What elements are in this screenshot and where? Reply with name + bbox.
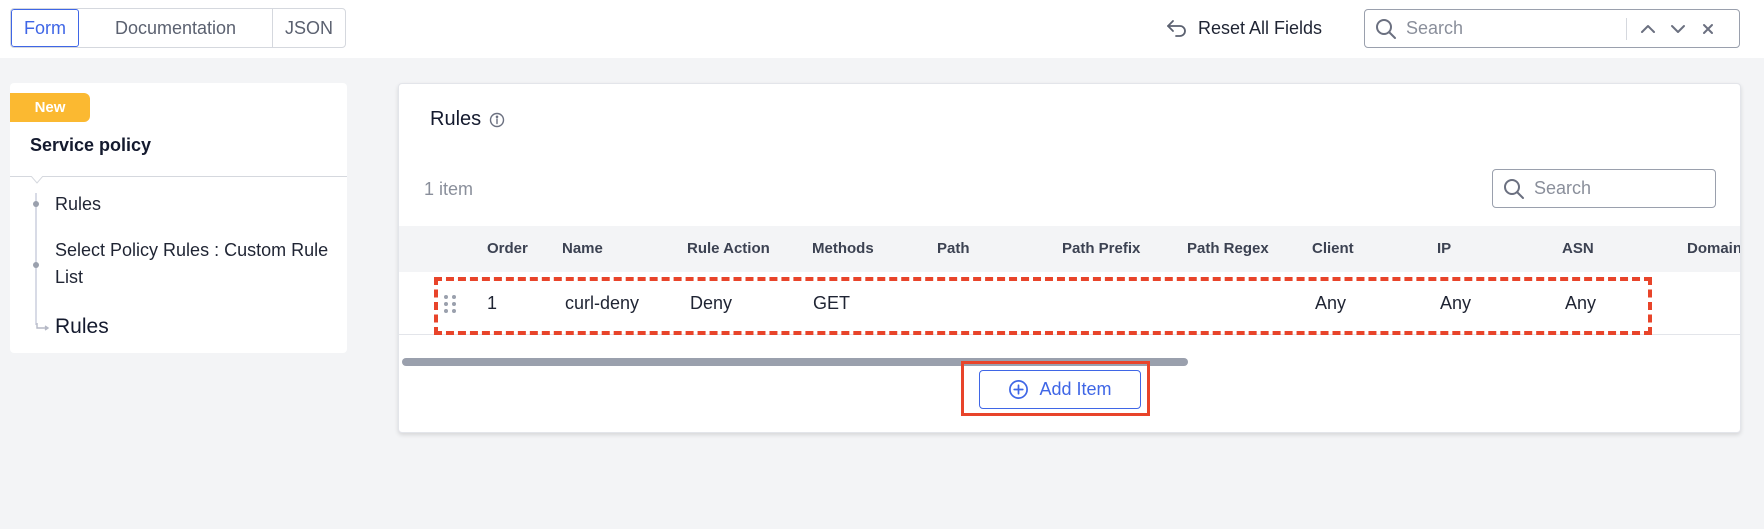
add-item-label: Add Item xyxy=(1039,379,1112,399)
rules-title: Rules xyxy=(430,108,482,130)
column-header-ip[interactable]: IP xyxy=(1437,226,1451,272)
tab-json[interactable]: JSON xyxy=(273,9,345,47)
nav-divider xyxy=(10,176,347,177)
rules-panel: Rules 1 item Order Name Rule Action Meth… xyxy=(398,83,1741,433)
column-header-client[interactable]: Client xyxy=(1312,226,1354,272)
view-tabs: Form Documentation JSON xyxy=(10,8,346,48)
table-header: Order Name Rule Action Methods Path Path… xyxy=(399,226,1740,272)
rules-heading: Rules xyxy=(430,108,505,131)
search-next-button[interactable] xyxy=(1663,14,1693,44)
sidebar-item-select-policy-rules[interactable]: Select Policy Rules : Custom Rule List xyxy=(55,237,330,291)
form-navigation-panel: New Service policy Rules Select Policy R… xyxy=(10,83,347,353)
chevron-up-icon xyxy=(1641,24,1655,33)
tab-documentation[interactable]: Documentation xyxy=(79,9,273,47)
sidebar-item-rules-current[interactable]: Rules xyxy=(55,313,109,340)
search-icon xyxy=(1376,18,1396,39)
service-policy-title[interactable]: Service policy xyxy=(30,135,151,156)
column-header-path-regex[interactable]: Path Regex xyxy=(1187,226,1269,272)
tree-branch-arrow-icon xyxy=(36,323,50,331)
top-search-box xyxy=(1364,9,1740,48)
cell-methods: GET xyxy=(813,293,851,313)
column-header-order[interactable]: Order xyxy=(487,226,528,272)
search-clear-button[interactable] xyxy=(1693,14,1723,44)
cell-name: curl-deny xyxy=(565,293,640,313)
info-icon[interactable] xyxy=(489,112,505,128)
column-header-name[interactable]: Name xyxy=(562,226,603,272)
plus-circle-icon xyxy=(1009,380,1029,399)
undo-arrow-icon xyxy=(1167,20,1186,37)
close-icon xyxy=(1703,23,1713,34)
tab-form[interactable]: Form xyxy=(11,9,79,47)
column-header-asn[interactable]: ASN xyxy=(1562,226,1594,272)
add-item-button[interactable]: Add Item xyxy=(979,370,1141,409)
new-badge: New xyxy=(10,93,90,122)
sidebar-item-rules[interactable]: Rules xyxy=(55,191,101,218)
cell-asn: Any xyxy=(1565,293,1597,313)
cell-rule-action: Deny xyxy=(690,293,733,313)
table-search-box xyxy=(1492,169,1716,208)
column-header-methods[interactable]: Methods xyxy=(812,226,874,272)
cell-order: 1 xyxy=(487,293,498,313)
search-previous-button[interactable] xyxy=(1633,14,1663,44)
nav-tree-dot xyxy=(33,262,39,268)
chevron-down-icon xyxy=(1671,24,1685,33)
column-header-path-prefix[interactable]: Path Prefix xyxy=(1062,226,1140,272)
column-header-path[interactable]: Path xyxy=(937,226,970,272)
table-row[interactable]: 1 curl-deny Deny GET Any Any Any xyxy=(399,272,1740,335)
search-icon xyxy=(1504,178,1524,199)
top-bar: Form Documentation JSON Reset All Fields xyxy=(0,0,1764,58)
cell-ip: Any xyxy=(1440,293,1472,313)
item-count: 1 item xyxy=(424,179,474,199)
top-search-input[interactable] xyxy=(1406,18,1606,39)
cell-client: Any xyxy=(1315,293,1347,313)
caret-icon xyxy=(31,176,43,184)
nav-tree-dot xyxy=(33,201,39,207)
nav-tree-line xyxy=(35,193,37,325)
search-separator xyxy=(1626,17,1627,40)
reset-label: Reset All Fields xyxy=(1198,17,1323,38)
column-header-rule-action[interactable]: Rule Action xyxy=(687,226,770,272)
column-header-domain[interactable]: Domain xyxy=(1687,226,1740,272)
add-item-highlight-annotation: Add Item xyxy=(961,361,1150,416)
reset-all-fields-button[interactable]: Reset All Fields xyxy=(1164,12,1322,44)
drag-handle-icon[interactable] xyxy=(443,294,457,314)
table-search-input[interactable] xyxy=(1534,178,1694,199)
